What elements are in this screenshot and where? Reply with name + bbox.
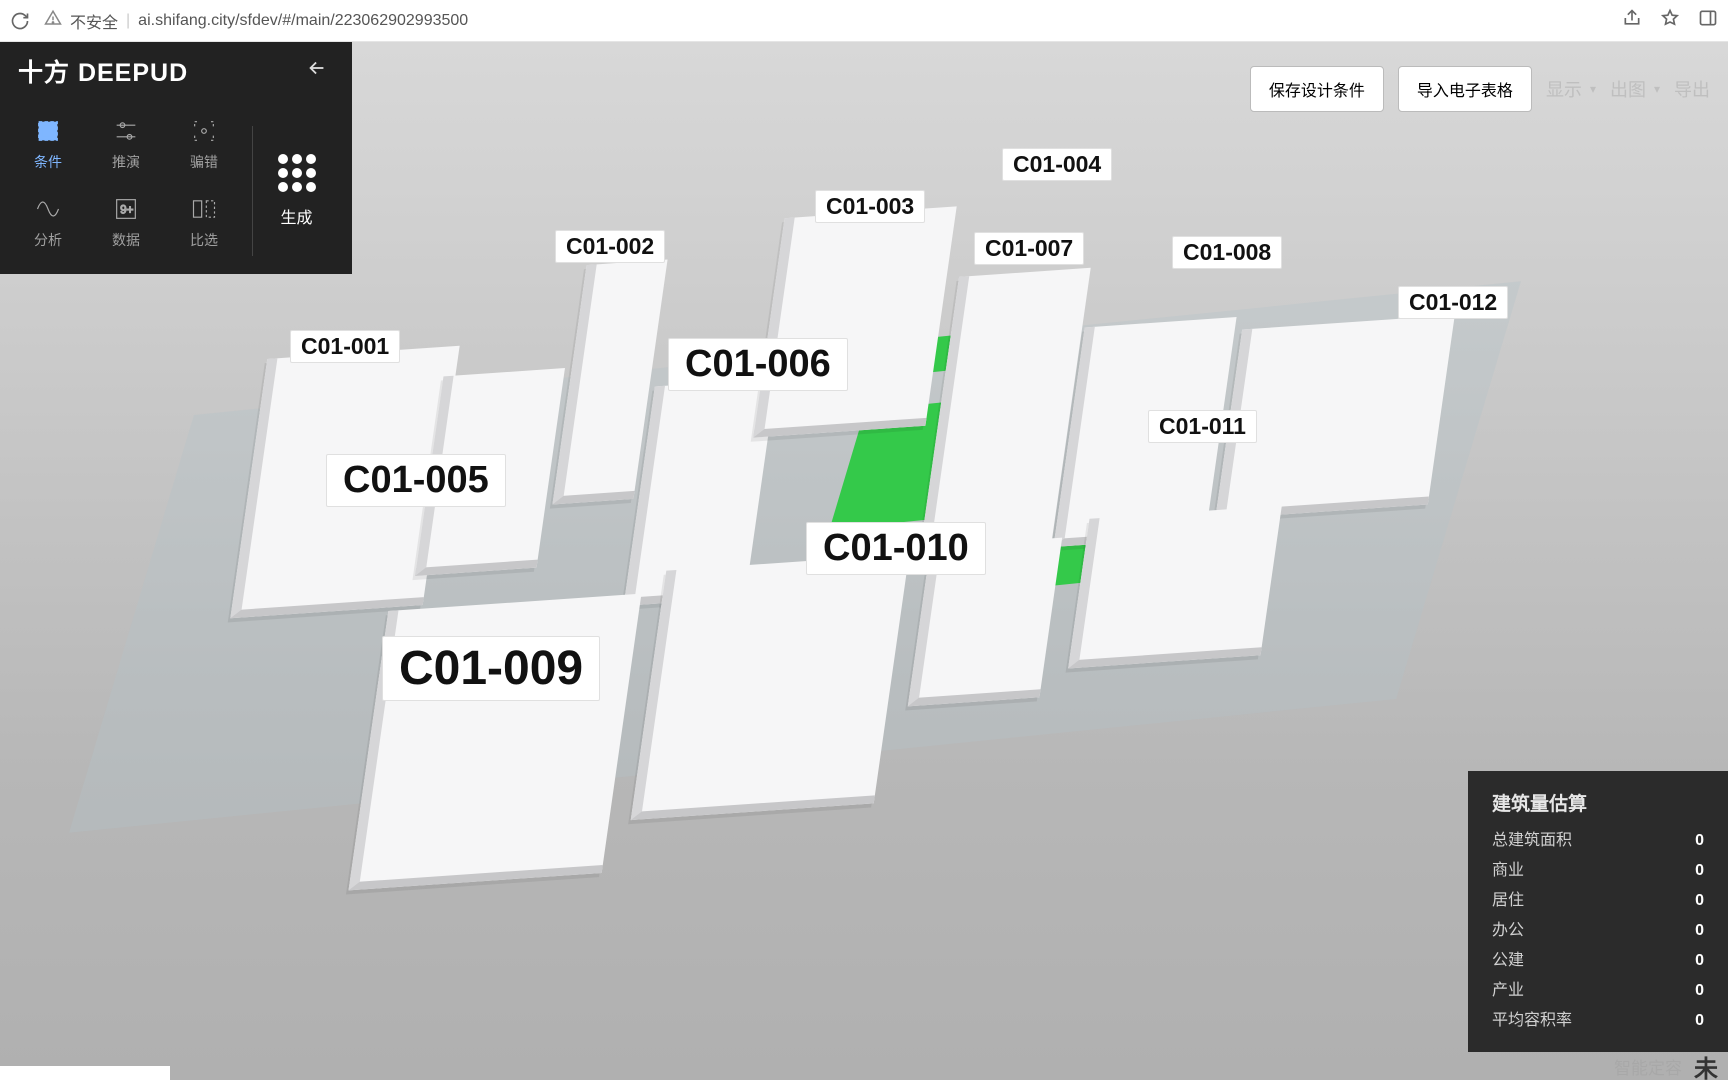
block-label[interactable]: C01-002 [555,230,665,263]
reload-icon[interactable] [10,11,30,31]
grid-icon [278,154,316,192]
tool-capture[interactable]: 骗错 [168,108,240,180]
block-label[interactable]: C01-004 [1002,148,1112,181]
block-label[interactable]: C01-005 [326,454,506,507]
browser-bar: 不安全 | ai.shifang.city/sfdev/#/main/22306… [0,0,1728,42]
save-button[interactable]: 保存设计条件 [1250,66,1384,112]
stat-value: 0 [1695,946,1704,976]
chevron-down-icon: ▾ [1654,82,1660,96]
star-icon[interactable] [1660,8,1680,33]
stat-label: 总建筑面积 [1492,826,1572,856]
stat-row: 平均容积率 0 [1492,1006,1704,1036]
sliders-icon [111,116,141,146]
block-label[interactable]: C01-007 [974,232,1084,265]
stat-label: 公建 [1492,946,1524,976]
viewport-3d[interactable]: C01-001 C01-002 C01-003 C01-004 C01-005 C01-0… [0,42,1728,1080]
stat-row: 居住 0 [1492,886,1704,916]
tool-sliders[interactable]: 推演 [90,108,162,180]
url-box[interactable]: 不安全 | ai.shifang.city/sfdev/#/main/22306… [44,9,1608,33]
security-text: 不安全 [70,9,118,33]
stat-label: 居住 [1492,886,1524,916]
block-label[interactable]: C01-012 [1398,286,1508,319]
display-dropdown[interactable]: 显示 ▾ [1546,76,1596,102]
compare-icon [189,194,219,224]
stat-value: 0 [1695,1006,1704,1036]
footer-note: 智能定容 未 [1614,1052,1718,1080]
block-label[interactable]: C01-003 [815,190,925,223]
stat-value: 0 [1695,976,1704,1006]
tool-label: 比选 [190,230,218,250]
block-label[interactable]: C01-009 [382,636,600,701]
tool-selection[interactable]: 条件 [12,108,84,180]
stat-label: 商业 [1492,856,1524,886]
export-img-dropdown[interactable]: 出图 ▾ [1610,76,1660,102]
warn-icon [44,9,62,32]
stat-row: 公建 0 [1492,946,1704,976]
block-label[interactable]: C01-006 [668,338,848,391]
stat-value: 0 [1695,826,1704,856]
tool-label: 数据 [112,230,140,250]
stat-value: 0 [1695,916,1704,946]
panel-icon[interactable] [1698,8,1718,33]
stat-row: 总建筑面积 0 [1492,826,1704,856]
tool-label: 条件 [34,152,62,172]
generate-button[interactable]: 生成 [252,126,340,256]
import-button[interactable]: 导入电子表格 [1398,66,1532,112]
data-icon: 9+ [111,194,141,224]
stat-label: 办公 [1492,916,1524,946]
generate-label: 生成 [280,204,312,228]
block-label[interactable]: C01-010 [806,522,986,575]
tool-wave[interactable]: 分析 [12,186,84,258]
stat-label: 产业 [1492,976,1524,1006]
stat-row: 办公 0 [1492,916,1704,946]
tool-compare[interactable]: 比选 [168,186,240,258]
chevron-down-icon: ▾ [1590,82,1596,96]
stat-value: 0 [1695,856,1704,886]
building-mass[interactable] [1068,506,1282,669]
block-label[interactable]: C01-008 [1172,236,1282,269]
tool-data[interactable]: 9+ 数据 [90,186,162,258]
tool-label: 分析 [34,230,62,250]
block-label[interactable]: C01-011 [1148,410,1257,443]
building-mass[interactable] [753,206,956,437]
stat-label: 平均容积率 [1492,1006,1572,1036]
selection-icon [33,116,63,146]
back-button[interactable] [306,57,328,85]
stat-value: 0 [1695,886,1704,916]
brand: 十方 DEEPUD [18,53,188,89]
tool-label: 推演 [112,152,140,172]
capture-icon [189,116,219,146]
stats-panel: 建筑量估算 总建筑面积 0 商业 0 居住 0 办公 0 公建 0 产业 0 平均容积率 0 [1468,771,1728,1052]
stat-row: 产业 0 [1492,976,1704,1006]
side-panel: 十方 DEEPUD 条件 推演 骗错分析 9+ 数据 比选 生成 [0,42,352,274]
stats-title: 建筑量估算 [1492,789,1704,816]
block-label[interactable]: C01-001 [290,330,400,363]
url-text: ai.shifang.city/sfdev/#/main/22306290299… [138,12,468,30]
building-mass[interactable] [631,554,910,820]
svg-text:9+: 9+ [120,204,133,217]
wave-icon [33,194,63,224]
export-dropdown[interactable]: 导出 [1674,76,1710,102]
tool-label: 骗错 [190,152,218,172]
share-icon[interactable] [1622,8,1642,33]
stat-row: 商业 0 [1492,856,1704,886]
top-actions: 保存设计条件 导入电子表格 显示 ▾ 出图 ▾ 导出 [1250,66,1710,112]
